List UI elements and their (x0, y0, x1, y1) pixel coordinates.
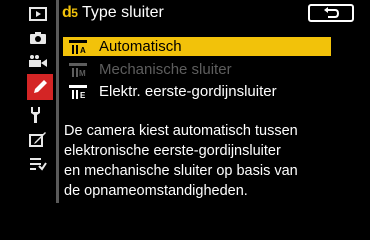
option-mechanische-sluiter: M Mechanische sluiter (63, 60, 331, 79)
description-line: de opnameomstandigheden. (64, 183, 248, 199)
option-automatisch[interactable]: A Automatisch (63, 37, 331, 56)
option-label: Elektr. eerste-gordijnsluiter (99, 83, 277, 100)
help-description: De camera kiest automatisch tussen elekt… (64, 121, 354, 201)
auto-shutter-icon: A (67, 39, 89, 55)
page-title: Type sluiter (82, 4, 164, 21)
option-elektr-eerste-gordijnsluiter[interactable]: E Elektr. eerste-gordijnsluiter (63, 82, 331, 101)
movie-icon[interactable] (27, 50, 49, 72)
playback-icon[interactable] (27, 3, 49, 25)
back-button[interactable] (308, 4, 354, 22)
mechanical-shutter-icon: M (67, 62, 89, 78)
svg-text:A: A (80, 46, 86, 54)
description-line: en mechanische sluiter op basis van (64, 163, 298, 179)
description-line: elektronische eerste-gordijnsluiter (64, 143, 281, 159)
svg-text:M: M (79, 69, 86, 77)
option-label: Automatisch (99, 38, 182, 55)
my-menu-icon[interactable] (27, 153, 49, 175)
efc-shutter-icon: E (67, 84, 89, 100)
sidebar-divider (56, 0, 59, 203)
menu-code: d5 (62, 4, 78, 21)
pencil-icon[interactable] (27, 74, 53, 100)
option-label: Mechanische sluiter (99, 61, 232, 78)
retouch-icon[interactable] (27, 128, 49, 150)
svg-text:E: E (80, 91, 86, 99)
description-line: De camera kiest automatisch tussen (64, 123, 298, 139)
menu-sidebar (0, 0, 56, 203)
wrench-icon[interactable] (27, 104, 49, 126)
camera-icon[interactable] (27, 27, 49, 49)
return-icon (324, 7, 339, 18)
